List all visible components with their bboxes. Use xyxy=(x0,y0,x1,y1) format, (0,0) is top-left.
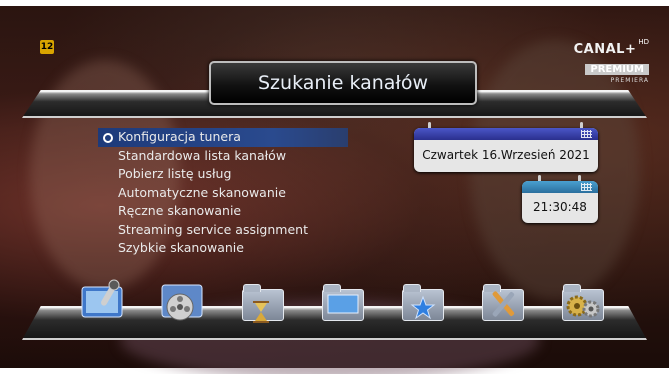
tools-folder-icon[interactable] xyxy=(480,279,524,323)
age-rating-badge: 12 xyxy=(40,40,54,54)
menu-item-tuner-config[interactable]: Konfiguracja tunera xyxy=(98,128,348,147)
selection-bullet-icon xyxy=(103,133,113,143)
channel-logo: CANAL+ HD PREMIUM PREMIERA xyxy=(574,38,649,84)
menu-item-auto-scan[interactable]: Automatyczne skanowanie xyxy=(98,184,348,203)
folder-icon[interactable] xyxy=(320,279,364,323)
page-title: Szukanie kanałów xyxy=(258,72,428,94)
channel-logo-hd: HD xyxy=(638,38,649,46)
menu-item-label: Automatyczne skanowanie xyxy=(118,184,286,200)
favorites-folder-icon[interactable] xyxy=(400,279,444,323)
calendar-header xyxy=(414,128,598,140)
title-box: Szukanie kanałów xyxy=(209,61,477,105)
channel-logo-premium: PREMIUM xyxy=(585,64,649,75)
timer-folder-icon[interactable] xyxy=(240,279,284,323)
media-player-icon[interactable] xyxy=(80,279,124,323)
menu-item-label: Konfiguracja tunera xyxy=(118,129,241,144)
menu-item-streaming-assignment[interactable]: Streaming service assignment xyxy=(98,221,348,240)
time-calendar: 21:30:48 xyxy=(522,175,598,223)
toolbar xyxy=(80,279,620,329)
menu-item-label: Szybkie skanowanie xyxy=(118,240,244,255)
menu-list: Konfiguracja tunera Standardowa lista ka… xyxy=(98,128,348,258)
current-time: 21:30:48 xyxy=(533,200,587,214)
top-letterbox xyxy=(0,0,669,6)
channel-logo-brand: CANAL+ xyxy=(573,42,637,57)
menu-item-label: Ręczne skanowanie xyxy=(118,203,242,218)
menu-item-label: Pobierz listę usług xyxy=(118,166,232,181)
channel-logo-sub: PREMIERA xyxy=(610,77,649,84)
calendar-header xyxy=(522,181,598,193)
menu-item-label: Streaming service assignment xyxy=(118,221,308,237)
menu-item-download-services[interactable]: Pobierz listę usług xyxy=(98,165,348,184)
menu-item-label: Standardowa lista kanałów xyxy=(118,147,287,163)
menu-item-default-channel-list[interactable]: Standardowa lista kanałów xyxy=(98,147,348,166)
settings-gears-icon[interactable] xyxy=(560,279,604,323)
current-date: Czwartek 16.Wrzesień 2021 xyxy=(422,148,590,162)
date-calendar: Czwartek 16.Wrzesień 2021 xyxy=(414,122,598,172)
video-reel-icon[interactable] xyxy=(160,279,204,323)
screen: 12 CANAL+ HD PREMIUM PREMIERA Szukanie ka… xyxy=(0,0,669,374)
menu-item-fast-scan[interactable]: Szybkie skanowanie xyxy=(98,239,348,258)
calendar-grid-icon xyxy=(581,130,592,138)
calendar-grid-icon xyxy=(581,183,592,191)
menu-item-manual-scan[interactable]: Ręczne skanowanie xyxy=(98,202,348,221)
